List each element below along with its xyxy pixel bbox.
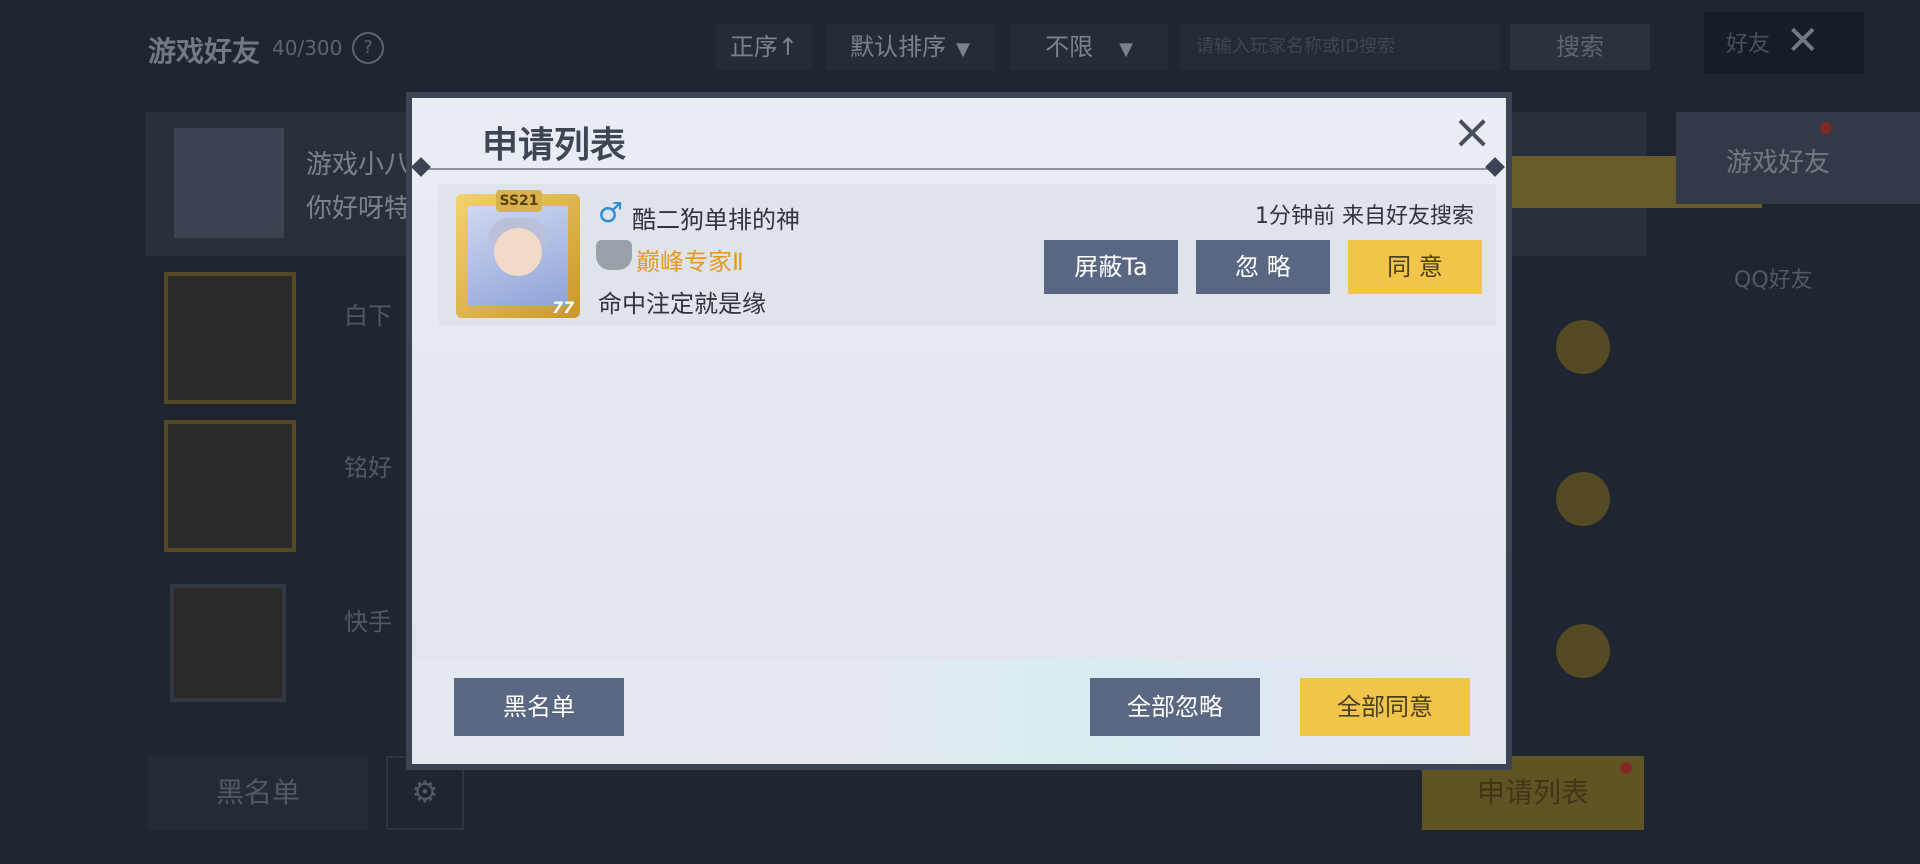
- accept-all-button[interactable]: 全部同意: [1300, 678, 1470, 736]
- block-button[interactable]: 屏蔽Ta: [1044, 240, 1178, 294]
- request-time-source: 1分钟前 来自好友搜索: [1255, 204, 1474, 229]
- player-signature: 命中注定就是缘: [598, 290, 766, 318]
- avatar-frame[interactable]: SS21 77: [456, 190, 580, 318]
- close-icon[interactable]: ×: [1452, 104, 1492, 160]
- season-badge: SS21: [496, 190, 542, 212]
- divider-ornament: [411, 157, 431, 177]
- ignore-button[interactable]: 忽 略: [1196, 240, 1330, 294]
- request-row: SS21 77 ♂ 酷二狗单排的神 巅峰专家Ⅱ 命中注定就是缘 1分钟前 来自好…: [438, 184, 1496, 326]
- blacklist-button[interactable]: 黑名单: [454, 678, 624, 736]
- divider: [424, 168, 1494, 170]
- modal-footer: 黑名单 全部忽略 全部同意: [412, 660, 1506, 764]
- player-rank: 巅峰专家Ⅱ: [636, 248, 744, 276]
- male-icon: ♂: [598, 196, 624, 229]
- divider-ornament: [1485, 157, 1505, 177]
- player-level: 77: [552, 298, 575, 317]
- ignore-all-button[interactable]: 全部忽略: [1090, 678, 1260, 736]
- accept-button[interactable]: 同 意: [1348, 240, 1482, 294]
- player-name: 酷二狗单排的神: [632, 206, 800, 234]
- apply-list-modal: 申请列表 × SS21 77 ♂ 酷二狗单排的神 巅峰专家Ⅱ 命中注定就是缘 1…: [406, 92, 1512, 770]
- modal-title: 申请列表: [482, 125, 627, 166]
- avatar: [468, 206, 568, 306]
- rank-icon: [596, 240, 632, 270]
